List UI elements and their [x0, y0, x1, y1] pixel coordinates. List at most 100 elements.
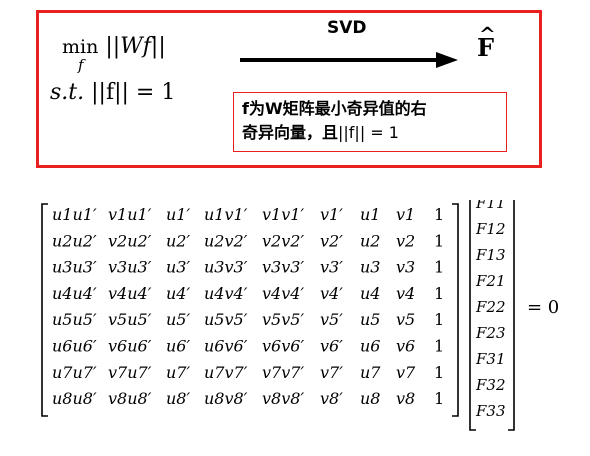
vector-entry: F11: [475, 200, 506, 212]
matrix-cell: v3′: [320, 258, 343, 277]
matrix-cell: v5u5′: [108, 310, 152, 329]
matrix-left-bracket: [41, 203, 48, 417]
matrix-cell: v4u4′: [108, 284, 152, 303]
note-box: f为W矩阵最小奇异值的右 奇异向量，且||f|| = 1: [233, 92, 507, 152]
matrix-cell: u5: [360, 310, 380, 329]
min-word: min: [62, 36, 99, 58]
matrix-cell: v4: [396, 284, 415, 303]
note-line-2-expr: ||f|| = 1: [338, 123, 399, 142]
matrix-cell: 1: [434, 337, 444, 356]
matrix-cell: v8: [396, 389, 415, 408]
matrix-cell: u7v7′: [204, 363, 248, 382]
matrix-cell: u3v3′: [204, 258, 248, 277]
matrix-cell: v4′: [320, 284, 343, 303]
hat-accent: ^: [479, 22, 496, 46]
matrix-cell: v1: [396, 205, 415, 224]
constraint-prefix: s.t.: [50, 80, 85, 105]
matrix-cell: u5′: [166, 310, 190, 329]
matrix-cell: u7u7′: [52, 363, 97, 382]
matrix-cell: u8′: [166, 389, 190, 408]
matrix-cell: u6: [360, 337, 380, 356]
matrix-cell: u3: [360, 258, 380, 277]
linear-system: u1u1′ v1u1′ u1′ u1v1′ v1v1′ v1′ u1 v1 1u2u2′ v2u2…: [41, 200, 515, 431]
vector-entry: F23: [475, 324, 506, 342]
matrix-cell: u1u1′: [52, 205, 97, 224]
matrix-cell: 1: [434, 258, 444, 277]
matrix-cell: u1: [360, 205, 380, 224]
matrix-cell: v7v7′: [262, 363, 304, 382]
matrix-cell: u8v8′: [204, 389, 248, 408]
matrix-cell: u2′: [166, 231, 190, 250]
matrix-right-bracket: [452, 203, 459, 417]
result-f-hat: ^ F: [477, 24, 496, 60]
matrix-cell: 1: [434, 231, 444, 250]
vector-entry: F31: [475, 350, 506, 368]
matrix-cell: v2′: [320, 231, 343, 250]
right-arrow-icon: [240, 52, 458, 68]
matrix-cell: v7: [396, 363, 416, 382]
matrix-cell: v7u7′: [108, 363, 152, 382]
matrix-cell: u2: [360, 231, 380, 250]
matrix-cell: u7′: [166, 363, 190, 382]
matrix-cell: u8u8′: [52, 389, 97, 408]
matrix-cell: v8v8′: [262, 389, 304, 408]
matrix-cell: u4: [360, 284, 380, 303]
matrix-cell: u3′: [166, 258, 190, 277]
matrix-cell: 1: [434, 205, 444, 224]
matrix-cell: v1v1′: [262, 205, 304, 224]
vector-entry: F22: [475, 298, 506, 316]
matrix-cell: v1′: [320, 205, 343, 224]
note-line-2-text: 奇异向量，且: [242, 123, 339, 142]
matrix-cell: u1′: [166, 205, 190, 224]
matrix-cell: v2v2′: [262, 231, 304, 250]
matrix-cell: v8u8′: [108, 389, 152, 408]
vector-entry: F33: [475, 402, 506, 420]
matrix-cell: v3u3′: [108, 258, 152, 277]
matrix-cell: v6v6′: [262, 337, 304, 356]
equals-zero: = 0: [527, 297, 560, 318]
matrix-cell: v3v3′: [262, 258, 304, 277]
vector-right-bracket: [508, 200, 515, 431]
matrix-cell: 1: [434, 310, 444, 329]
matrix-cell: u6′: [166, 337, 190, 356]
constraint-expression: ||f|| = 1: [91, 80, 176, 105]
matrix-cell: u1v1′: [204, 205, 248, 224]
matrix-cell: u2v2′: [204, 231, 248, 250]
svd-label: SVD: [327, 18, 367, 38]
matrix-cell: u4′: [166, 284, 190, 303]
matrix-cell: u8: [360, 389, 380, 408]
constraint-line: s.t. ||f|| = 1: [50, 80, 175, 105]
matrix-cell: v5: [396, 310, 415, 329]
note-line-2: 奇异向量，且||f|| = 1: [242, 121, 498, 145]
matrix-cell: v7′: [320, 363, 343, 382]
matrix-cell: u2u2′: [52, 231, 97, 250]
matrix-cell: v6u6′: [108, 337, 152, 356]
matrix-cell: v8′: [320, 389, 343, 408]
note-line-1: f为W矩阵最小奇异值的右: [242, 99, 427, 118]
vector-entry: F12: [475, 220, 506, 238]
matrix-cell: v5′: [320, 310, 343, 329]
min-subscript: f: [78, 56, 84, 74]
matrix-cell: v6: [396, 337, 415, 356]
matrix-cell: u4u4′: [52, 284, 97, 303]
matrix-cell: u7: [360, 363, 381, 382]
matrix-cell: v2: [396, 231, 415, 250]
matrix-cell: v2u2′: [108, 231, 152, 250]
matrix-cell: u6u6′: [52, 337, 97, 356]
vector-entry: F32: [475, 376, 506, 394]
vector-entry: F13: [475, 246, 506, 264]
matrix-cell: v6′: [320, 337, 343, 356]
matrix-cell: v5v5′: [262, 310, 304, 329]
matrix-cell: u3u3′: [52, 258, 97, 277]
matrix-cell: u6v6′: [204, 337, 248, 356]
matrix-cell: u5u5′: [52, 310, 97, 329]
objective-expression: ||Wf||: [105, 34, 166, 59]
matrix-cell: v4v4′: [262, 284, 304, 303]
matrix-cell: u5v5′: [204, 310, 248, 329]
matrix-cell: u4v4′: [204, 284, 248, 303]
matrix-cell: v1u1′: [108, 205, 152, 224]
matrix-cell: 1: [434, 363, 444, 382]
matrix-cell: v3: [396, 258, 415, 277]
vector-entry: F21: [475, 272, 506, 290]
matrix-cell: 1: [434, 284, 444, 303]
